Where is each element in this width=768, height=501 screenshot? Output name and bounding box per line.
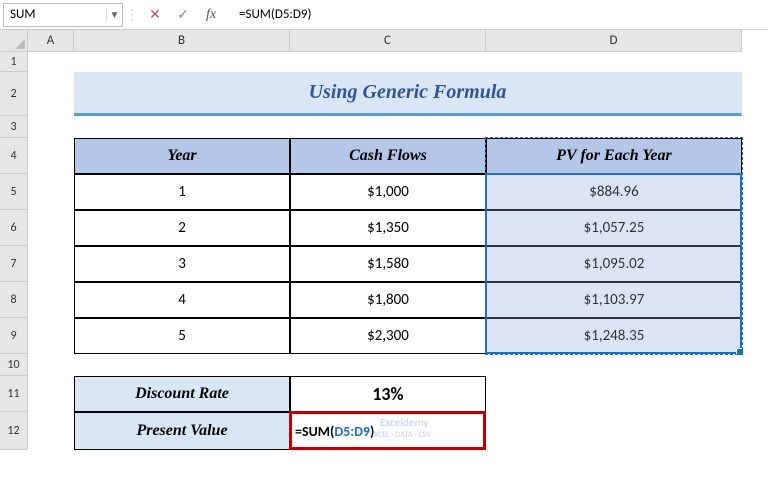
name-box[interactable]: SUM ▼	[3, 3, 123, 27]
cell-pv-1[interactable]: $884.96	[486, 174, 742, 210]
cell-year-4[interactable]: 4	[74, 282, 290, 318]
column-header-C[interactable]: C	[290, 30, 486, 52]
row-header-6[interactable]: 6	[0, 210, 28, 246]
cell-year-3[interactable]: 3	[74, 246, 290, 282]
formula-input[interactable]: =SUM(D5:D9)	[231, 3, 768, 27]
column-headers: ABCD	[28, 30, 742, 52]
header-cash[interactable]: Cash Flows	[290, 138, 486, 174]
fx-button[interactable]: fx	[197, 3, 225, 27]
header-pv[interactable]: PV for Each Year	[486, 138, 742, 174]
name-box-dropdown-icon[interactable]: ▼	[106, 8, 122, 21]
row-header-3[interactable]: 3	[0, 116, 28, 138]
row-header-1[interactable]: 1	[0, 52, 28, 72]
present-value-editing[interactable]: =SUM(D5:D9)	[290, 412, 486, 450]
row-header-2[interactable]: 2	[0, 72, 28, 116]
title-banner[interactable]: Using Generic Formula	[74, 72, 742, 116]
row-header-4[interactable]: 4	[0, 138, 28, 174]
cell-pv-5[interactable]: $1,248.35	[486, 318, 742, 354]
select-all-corner[interactable]	[0, 30, 28, 52]
cell-pv-4[interactable]: $1,103.97	[486, 282, 742, 318]
row-header-8[interactable]: 8	[0, 282, 28, 318]
confirm-button[interactable]: ✓	[169, 3, 197, 27]
cancel-button[interactable]: ✕	[141, 3, 169, 27]
row-headers: 123456789101112	[0, 52, 28, 450]
row-header-11[interactable]: 11	[0, 376, 28, 412]
formula-close: )	[370, 423, 374, 440]
cell-cash-5[interactable]: $2,300	[290, 318, 486, 354]
discount-rate-value[interactable]: 13%	[290, 376, 486, 412]
cell-cash-2[interactable]: $1,350	[290, 210, 486, 246]
cell-cash-3[interactable]: $1,580	[290, 246, 486, 282]
row-header-5[interactable]: 5	[0, 174, 28, 210]
column-header-D[interactable]: D	[486, 30, 742, 52]
row-header-9[interactable]: 9	[0, 318, 28, 354]
row-header-12[interactable]: 12	[0, 412, 28, 450]
cell-year-5[interactable]: 5	[74, 318, 290, 354]
cell-pv-2[interactable]: $1,057.25	[486, 210, 742, 246]
formula-text: =SUM(	[295, 423, 334, 440]
present-value-label[interactable]: Present Value	[74, 412, 290, 450]
discount-rate-label[interactable]: Discount Rate	[74, 376, 290, 412]
name-box-text: SUM	[4, 7, 106, 22]
cell-pv-3[interactable]: $1,095.02	[486, 246, 742, 282]
row-header-7[interactable]: 7	[0, 246, 28, 282]
column-header-A[interactable]: A	[28, 30, 74, 52]
cell-cash-4[interactable]: $1,800	[290, 282, 486, 318]
column-header-B[interactable]: B	[74, 30, 290, 52]
formula-ref: D5:D9	[334, 423, 370, 440]
row-header-10[interactable]: 10	[0, 354, 28, 376]
cell-year-1[interactable]: 1	[74, 174, 290, 210]
divider: ⋮	[123, 6, 141, 23]
formula-bar: SUM ▼ ⋮ ✕ ✓ fx =SUM(D5:D9)	[0, 0, 768, 30]
header-year[interactable]: Year	[74, 138, 290, 174]
cell-cash-1[interactable]: $1,000	[290, 174, 486, 210]
cell-year-2[interactable]: 2	[74, 210, 290, 246]
